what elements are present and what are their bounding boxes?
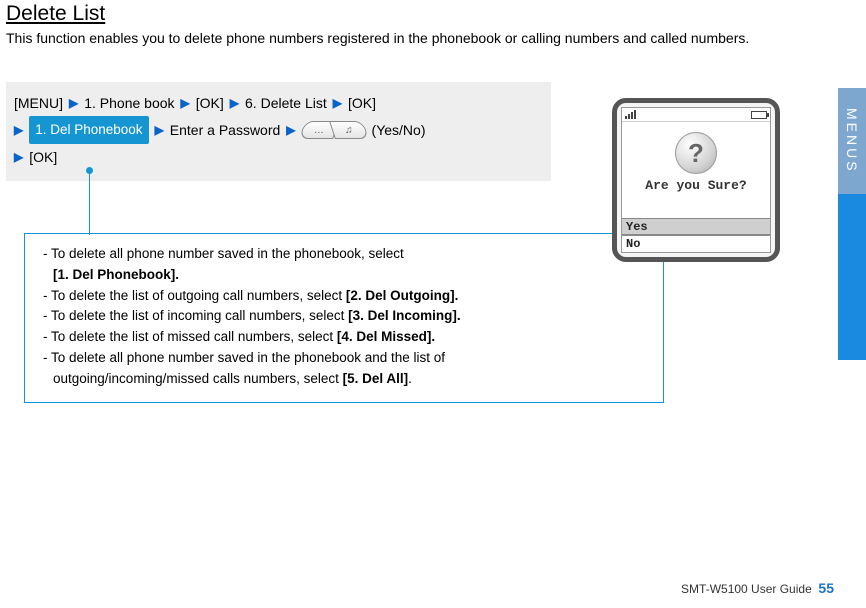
nav-step-phonebook: 1. Phone book <box>84 90 174 117</box>
arrow-icon: ▶ <box>286 119 295 142</box>
opt-bold: [4. Del Missed]. <box>337 329 435 344</box>
nav-ok: [OK] <box>29 144 57 171</box>
nav-ok: [OK] <box>196 90 224 117</box>
opt-bold: [1. Del Phonebook]. <box>53 267 179 282</box>
arrow-icon: ▶ <box>14 146 23 169</box>
navigation-steps: [MENU] ▶ 1. Phone book ▶ [OK] ▶ 6. Delet… <box>6 82 551 181</box>
opt-line: outgoing/incoming/missed calls numbers, … <box>53 371 343 386</box>
arrow-icon: ▶ <box>181 92 190 115</box>
section-tab-label: MENUS <box>838 88 866 194</box>
question-icon: ? <box>675 132 717 174</box>
nav-ok: [OK] <box>348 90 376 117</box>
arrow-icon: ▶ <box>14 119 23 142</box>
nav-menu: [MENU] <box>14 90 63 117</box>
phone-statusbar <box>622 108 770 122</box>
footer-doc-title: SMT-W5100 User Guide <box>681 582 812 596</box>
opt-line: - To delete the list of missed call numb… <box>43 329 337 344</box>
opt-bold: [3. Del Incoming]. <box>348 308 461 323</box>
opt-line: - To delete the list of incoming call nu… <box>43 308 348 323</box>
opt-line: - To delete all phone number saved in th… <box>43 246 404 261</box>
page-footer: SMT-W5100 User Guide 55 <box>681 580 834 596</box>
arrow-icon: ▶ <box>230 92 239 115</box>
selected-option-pill: 1. Del Phonebook <box>29 116 148 144</box>
arrow-icon: ▶ <box>69 92 78 115</box>
nav-yesno: (Yes/No) <box>372 117 426 144</box>
opt-bold: [5. Del All] <box>343 371 409 386</box>
callout-connector <box>89 171 90 235</box>
arrow-icon: ▶ <box>333 92 342 115</box>
intro-text: This function enables you to delete phon… <box>6 29 766 48</box>
section-tab-fill <box>838 194 866 360</box>
phone-mockup: ? Are you Sure? Yes No <box>612 98 780 262</box>
nav-step-deletelist: 6. Delete List <box>245 90 327 117</box>
nav-enter-password: Enter a Password <box>170 117 281 144</box>
battery-icon <box>751 111 767 119</box>
signal-icon <box>625 110 639 119</box>
arrow-icon: ▶ <box>155 119 164 142</box>
option-yes[interactable]: Yes <box>622 218 770 235</box>
options-callout: - To delete all phone number saved in th… <box>24 233 664 403</box>
section-tab: MENUS <box>838 88 866 360</box>
section-title: Delete List <box>6 2 866 26</box>
page-number: 55 <box>818 580 834 596</box>
opt-bold: [2. Del Outgoing]. <box>346 288 459 303</box>
opt-line: - To delete all phone number saved in th… <box>43 350 445 365</box>
softkey-icon: … ♫ <box>302 121 366 139</box>
option-no[interactable]: No <box>622 235 770 252</box>
opt-line: - To delete the list of outgoing call nu… <box>43 288 346 303</box>
confirm-prompt: Are you Sure? <box>645 178 746 193</box>
